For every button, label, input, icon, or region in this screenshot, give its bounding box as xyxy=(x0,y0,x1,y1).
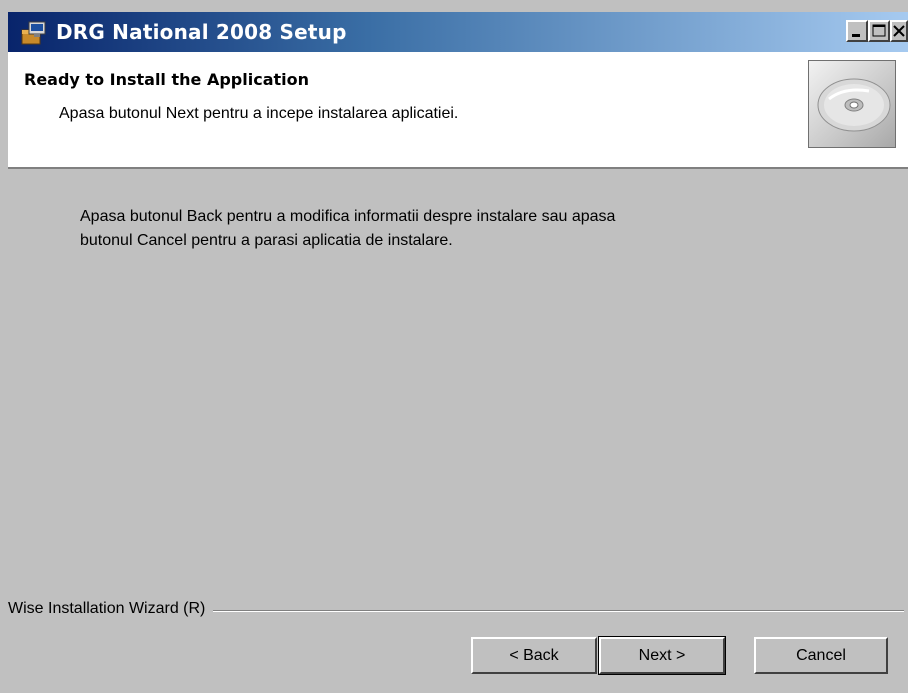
setup-package-icon xyxy=(21,21,46,45)
window-title: DRG National 2008 Setup xyxy=(56,20,347,44)
next-button[interactable]: Next > xyxy=(598,636,726,675)
title-bar[interactable]: DRG National 2008 Setup xyxy=(8,12,908,52)
page-title: Ready to Install the Application xyxy=(24,70,309,89)
wizard-brand-label: Wise Installation Wizard (R) xyxy=(8,600,214,618)
cd-graphic xyxy=(808,60,896,148)
wizard-header: Ready to Install the Application Apasa b… xyxy=(8,52,908,169)
back-button[interactable]: < Back xyxy=(471,637,597,674)
close-button[interactable] xyxy=(890,20,908,42)
close-icon xyxy=(893,25,905,37)
instructions-line: butonul Cancel pentru a parasi aplicatia… xyxy=(80,232,453,249)
maximize-icon xyxy=(872,24,886,37)
instructions-text: Apasa butonul Back pentru a modifica inf… xyxy=(80,205,780,253)
minimize-icon xyxy=(852,34,860,37)
page-subtitle: Apasa butonul Next pentru a incepe insta… xyxy=(59,105,459,122)
maximize-button[interactable] xyxy=(868,20,890,42)
minimize-button[interactable] xyxy=(846,20,868,42)
instructions-line: Apasa butonul Back pentru a modifica inf… xyxy=(80,208,616,225)
cd-disc-icon xyxy=(817,78,891,132)
cancel-button[interactable]: Cancel xyxy=(754,637,888,674)
setup-window: DRG National 2008 Setup Ready to Install… xyxy=(0,0,908,693)
